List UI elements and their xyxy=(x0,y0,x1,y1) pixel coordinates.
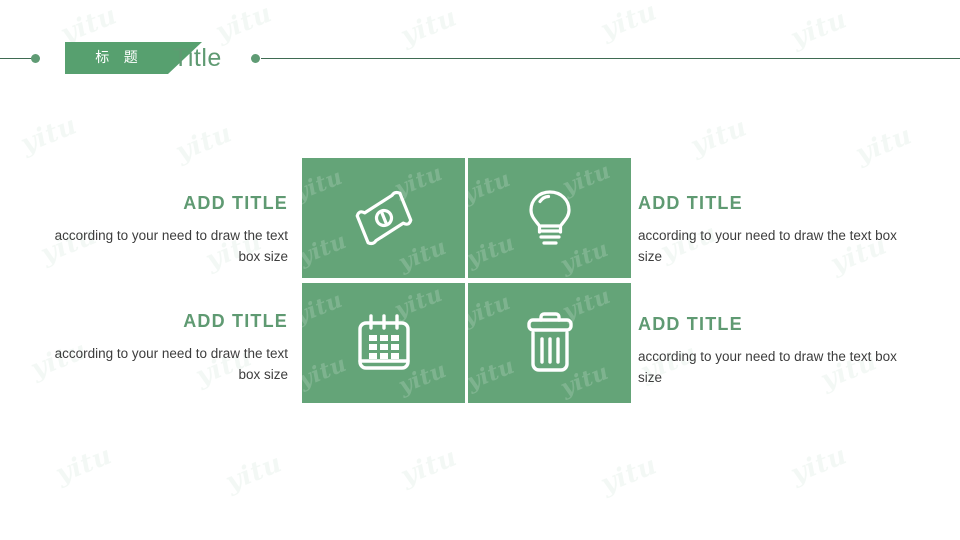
calendar-icon xyxy=(357,314,410,370)
block-title: ADD TITLE xyxy=(183,311,288,331)
block-title: ADD TITLE xyxy=(183,193,288,213)
text-block-bottom-right: ADD TITLE according to your need to draw… xyxy=(638,313,923,388)
banner-label: 标 题 xyxy=(95,50,143,66)
watermark-text: yitu xyxy=(396,442,461,492)
header-dot-left xyxy=(31,54,40,63)
page-title: Title xyxy=(173,44,222,72)
watermark-text: yitu xyxy=(302,350,351,394)
watermark-text: yitu xyxy=(851,120,916,170)
watermark-text: yitu xyxy=(302,163,347,207)
watermark-text: yitu xyxy=(468,352,519,396)
watermark-text: yitu xyxy=(302,227,351,271)
header-dot-right xyxy=(251,54,260,63)
watermark-text: yitu xyxy=(686,112,751,162)
header-line-right xyxy=(261,58,960,59)
slide-header: 标 题 Title xyxy=(0,30,960,88)
watermark-text: yitu xyxy=(221,448,286,498)
block-body: according to your need to draw the text … xyxy=(54,346,288,382)
text-block-bottom-left: ADD TITLE according to your need to draw… xyxy=(36,310,288,385)
tile-schedule[interactable]: yitu yitu yitu yitu xyxy=(302,283,465,403)
watermark-text: yitu xyxy=(171,118,236,168)
text-block-top-right: ADD TITLE according to your need to draw… xyxy=(638,192,923,267)
title-banner: 标 题 xyxy=(65,42,202,74)
watermark-text: yitu xyxy=(468,229,519,273)
trash-can-icon xyxy=(526,312,573,372)
tile-idea[interactable]: yitu yitu yitu yitu xyxy=(468,158,631,278)
icon-tile-grid: yitu yitu yitu yitu yitu yitu yitu yitu xyxy=(302,158,632,403)
lightbulb-icon xyxy=(528,190,571,245)
watermark-text: yitu xyxy=(468,288,515,332)
text-block-top-left: ADD TITLE according to your need to draw… xyxy=(36,192,288,267)
block-body: according to your need to draw the text … xyxy=(638,228,897,264)
block-title: ADD TITLE xyxy=(638,314,743,334)
watermark-text: yitu xyxy=(51,440,116,490)
watermark-text: yitu xyxy=(302,286,347,330)
watermark-text: yitu xyxy=(786,440,851,490)
block-body: according to your need to draw the text … xyxy=(638,349,897,385)
watermark-text: yitu xyxy=(16,110,81,160)
slide-canvas: yitu yitu yitu yitu yitu yitu yitu yitu … xyxy=(0,0,960,540)
block-body: according to your need to draw the text … xyxy=(54,228,288,264)
money-bill-icon xyxy=(355,190,412,246)
block-title: ADD TITLE xyxy=(638,193,743,213)
watermark-text: yitu xyxy=(596,450,661,500)
tile-delete[interactable]: yitu yitu yitu yitu xyxy=(468,283,631,403)
watermark-text: yitu xyxy=(468,165,515,209)
tile-money[interactable]: yitu yitu yitu yitu xyxy=(302,158,465,278)
